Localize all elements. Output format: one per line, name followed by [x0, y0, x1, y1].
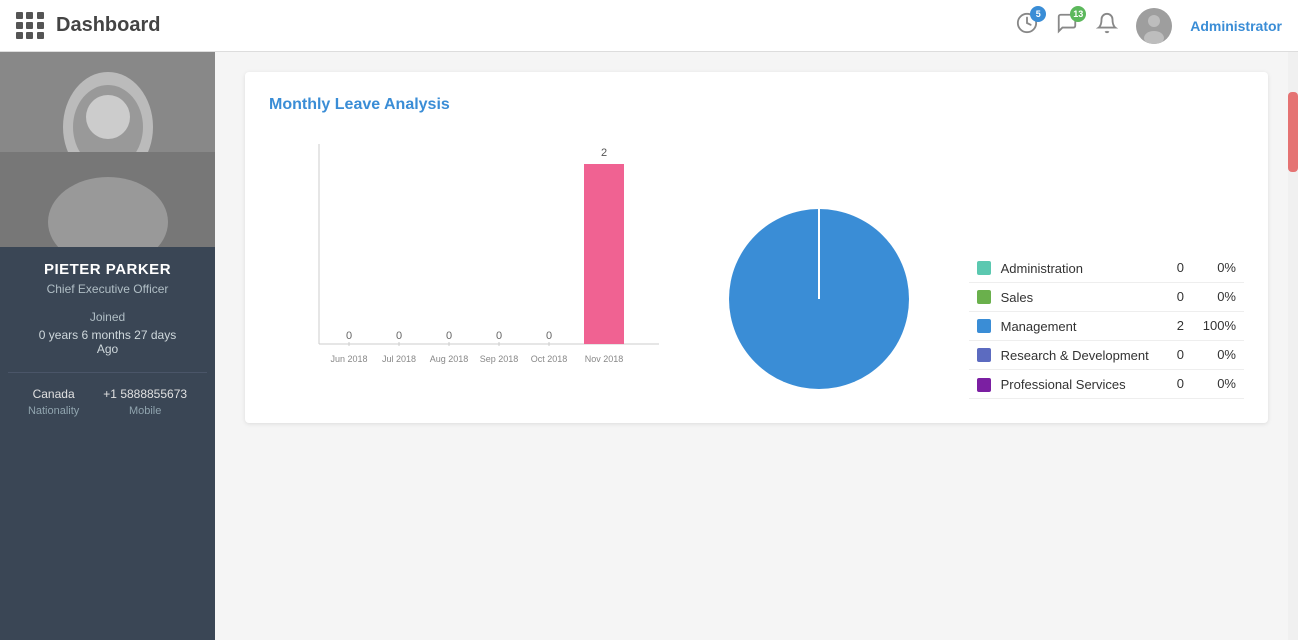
topnav-actions: 5 13 Administrator [1016, 8, 1282, 44]
joined-label: Joined [8, 310, 207, 324]
legend-pct: 0% [1192, 369, 1244, 398]
chat-icon-wrap[interactable]: 13 [1056, 12, 1078, 39]
profile-details: Canada Nationality +1 5888855673 Mobile [8, 372, 207, 417]
bell-icon-wrap[interactable] [1096, 12, 1118, 39]
legend-dot [977, 378, 991, 392]
pie-chart-svg [719, 199, 919, 399]
legend-row: Administration 0 0% [969, 254, 1244, 283]
legend-count: 0 [1167, 369, 1192, 398]
topnav: Dashboard 5 13 Administrator [0, 0, 1298, 52]
bar-chart-svg: 0 Jun 2018 0 Jul 2018 0 Aug 2018 0 [269, 134, 669, 394]
svg-text:Oct 2018: Oct 2018 [531, 354, 568, 364]
phone-label: Mobile [103, 405, 187, 417]
profile-photo [0, 52, 215, 247]
avatar-image [1136, 8, 1172, 44]
main-content: Monthly Leave Analysis 0 Jun 2018 [215, 52, 1298, 640]
profile-info: PIETER PARKER Chief Executive Officer Jo… [0, 247, 215, 427]
svg-text:Jul 2018: Jul 2018 [382, 354, 416, 364]
svg-text:0: 0 [396, 330, 402, 342]
legend-row: Sales 0 0% [969, 282, 1244, 311]
legend-row: Research & Development 0 0% [969, 340, 1244, 369]
country-label: Nationality [28, 405, 79, 417]
chat-badge: 13 [1070, 6, 1086, 22]
chart-body: 0 Jun 2018 0 Jul 2018 0 Aug 2018 0 [269, 134, 1244, 399]
svg-text:2: 2 [601, 147, 607, 159]
legend-count: 0 [1167, 282, 1192, 311]
legend-pct: 100% [1192, 311, 1244, 340]
bar-chart: 0 Jun 2018 0 Jul 2018 0 Aug 2018 0 [269, 134, 669, 399]
svg-text:0: 0 [346, 330, 352, 342]
legend-dot [977, 261, 991, 275]
legend-table: Administration 0 0% Sales 0 0% Managemen… [969, 254, 1244, 399]
profile-name: PIETER PARKER [8, 261, 207, 278]
pie-chart [709, 199, 929, 399]
svg-text:0: 0 [446, 330, 452, 342]
legend-area: Administration 0 0% Sales 0 0% Managemen… [969, 254, 1244, 399]
grid-menu-icon[interactable] [16, 12, 44, 40]
legend-pct: 0% [1192, 282, 1244, 311]
admin-label[interactable]: Administrator [1190, 18, 1282, 34]
svg-text:Aug 2018: Aug 2018 [430, 354, 469, 364]
legend-color-cell: Administration [969, 254, 1167, 283]
page-title: Dashboard [56, 14, 1016, 37]
country-col: Canada Nationality [16, 387, 91, 417]
legend-color-cell: Research & Development [969, 340, 1167, 369]
phone-col: +1 5888855673 Mobile [91, 387, 199, 417]
main-layout: PIETER PARKER Chief Executive Officer Jo… [0, 52, 1298, 640]
country-value: Canada [28, 387, 79, 401]
legend-dot [977, 290, 991, 304]
leave-analysis-card: Monthly Leave Analysis 0 Jun 2018 [245, 72, 1268, 423]
legend-pct: 0% [1192, 340, 1244, 369]
legend-color-cell: Sales [969, 282, 1167, 311]
clock-icon-wrap[interactable]: 5 [1016, 12, 1038, 39]
phone-value: +1 5888855673 [103, 387, 187, 401]
svg-text:0: 0 [496, 330, 502, 342]
legend-label: Management [1001, 319, 1077, 334]
legend-pct: 0% [1192, 254, 1244, 283]
legend-count: 2 [1167, 311, 1192, 340]
svg-text:Jun 2018: Jun 2018 [330, 354, 367, 364]
legend-color-cell: Management [969, 311, 1167, 340]
scrollbar-thumb[interactable] [1288, 92, 1298, 172]
profile-role: Chief Executive Officer [8, 282, 207, 296]
legend-label: Sales [1001, 290, 1034, 305]
svg-text:Nov 2018: Nov 2018 [585, 354, 624, 364]
profile-photo-svg [0, 52, 215, 247]
legend-dot [977, 319, 991, 333]
clock-badge: 5 [1030, 6, 1046, 22]
svg-text:0: 0 [546, 330, 552, 342]
legend-label: Professional Services [1001, 377, 1126, 392]
svg-text:Sep 2018: Sep 2018 [480, 354, 519, 364]
ago-label: Ago [8, 342, 207, 356]
legend-dot [977, 348, 991, 362]
sidebar: PIETER PARKER Chief Executive Officer Jo… [0, 52, 215, 640]
legend-row: Professional Services 0 0% [969, 369, 1244, 398]
legend-count: 0 [1167, 254, 1192, 283]
scrollbar-track[interactable] [1288, 52, 1298, 640]
legend-count: 0 [1167, 340, 1192, 369]
legend-label: Administration [1001, 261, 1083, 276]
legend-row: Management 2 100% [969, 311, 1244, 340]
bell-icon [1096, 12, 1118, 34]
tenure-text: 0 years 6 months 27 days [8, 328, 207, 342]
legend-color-cell: Professional Services [969, 369, 1167, 398]
legend-label: Research & Development [1001, 348, 1149, 363]
avatar[interactable] [1136, 8, 1172, 44]
chart-title: Monthly Leave Analysis [269, 96, 1244, 114]
